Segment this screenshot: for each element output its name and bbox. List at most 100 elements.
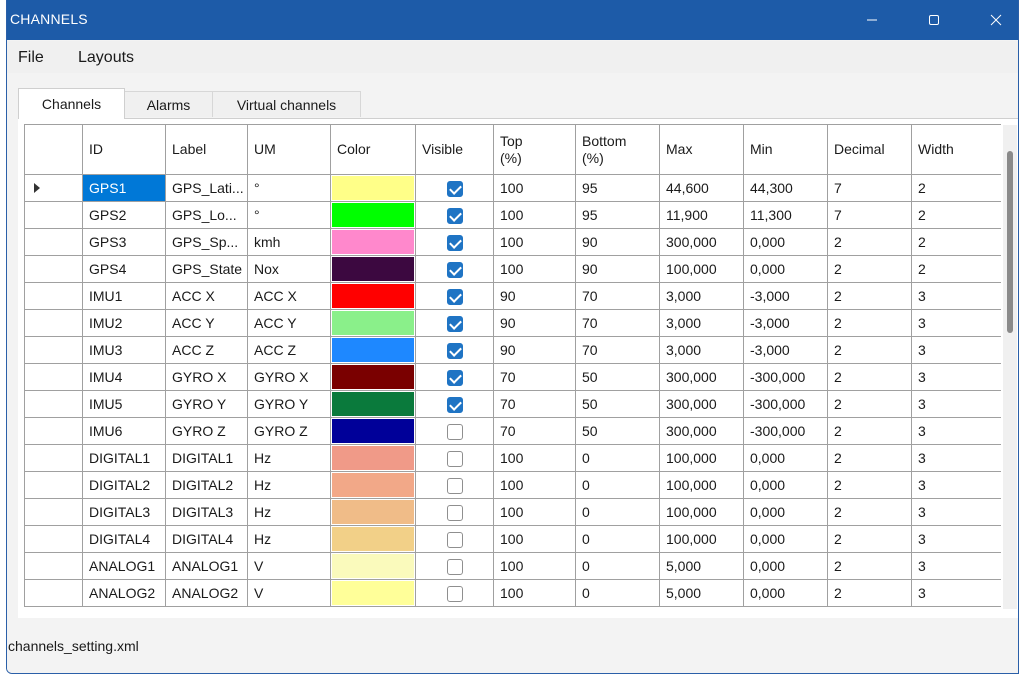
cell-width[interactable]: 2 [911,255,1001,283]
cell-id[interactable]: IMU1 [82,282,166,310]
cell-id[interactable]: DIGITAL4 [82,525,166,553]
cell-decimal[interactable]: 2 [827,498,912,526]
cell-decimal[interactable]: 2 [827,579,912,607]
cell-top[interactable]: 90 [493,336,576,364]
visible-checkbox[interactable] [446,531,463,548]
cell-label[interactable]: ANALOG2 [165,579,248,607]
row-header[interactable] [24,525,83,553]
cell-color[interactable] [330,471,416,499]
cell-min[interactable]: 0,000 [743,471,828,499]
cell-color[interactable] [330,525,416,553]
cell-top[interactable]: 100 [493,255,576,283]
cell-decimal[interactable]: 2 [827,525,912,553]
row-header[interactable] [24,336,83,364]
cell-label[interactable]: GYRO Z [165,417,248,445]
table-row[interactable]: IMU3 ACC Z ACC Z 90 70 3,000 -3,000 2 3 [24,336,1001,364]
cell-id[interactable]: IMU5 [82,390,166,418]
cell-id[interactable]: DIGITAL1 [82,444,166,472]
cell-id[interactable]: IMU4 [82,363,166,391]
cell-id[interactable]: GPS2 [82,201,166,229]
cell-decimal[interactable]: 2 [827,228,912,256]
cell-color[interactable] [330,174,416,202]
visible-checkbox[interactable] [446,342,463,359]
table-row[interactable]: GPS1 GPS_Lati... ° 100 95 44,600 44,300 7 2 [24,174,1001,202]
cell-width[interactable]: 3 [911,498,1001,526]
col-header-id[interactable]: ID [82,124,166,175]
table-row[interactable]: IMU5 GYRO Y GYRO Y 70 50 300,000 -300,000 2 3 [24,390,1001,418]
tab-alarms[interactable]: Alarms [124,91,213,117]
cell-decimal[interactable]: 2 [827,417,912,445]
cell-um[interactable]: ACC Z [247,336,331,364]
cell-max[interactable]: 300,000 [659,228,744,256]
table-row[interactable]: GPS2 GPS_Lo... ° 100 95 11,900 11,300 7 2 [24,201,1001,229]
cell-top[interactable]: 70 [493,417,576,445]
cell-min[interactable]: 0,000 [743,255,828,283]
row-header[interactable] [24,309,83,337]
cell-min[interactable]: 0,000 [743,228,828,256]
cell-width[interactable]: 3 [911,525,1001,553]
scrollbar-thumb[interactable] [1007,151,1013,333]
cell-color[interactable] [330,228,416,256]
cell-max[interactable]: 44,600 [659,174,744,202]
cell-width[interactable]: 3 [911,390,1001,418]
cell-um[interactable]: Hz [247,444,331,472]
cell-label[interactable]: ACC Z [165,336,248,364]
table-row[interactable]: DIGITAL1 DIGITAL1 Hz 100 0 100,000 0,000 2 3 [24,444,1001,472]
cell-bottom[interactable]: 95 [575,201,660,229]
cell-decimal[interactable]: 2 [827,552,912,580]
visible-checkbox[interactable] [446,180,463,197]
cell-decimal[interactable]: 2 [827,309,912,337]
cell-min[interactable]: -3,000 [743,336,828,364]
col-header-um[interactable]: UM [247,124,331,175]
col-header-max[interactable]: Max [659,124,744,175]
cell-label[interactable]: GPS_Lo... [165,201,248,229]
row-header[interactable] [24,579,83,607]
cell-min[interactable]: 0,000 [743,444,828,472]
cell-color[interactable] [330,444,416,472]
cell-bottom[interactable]: 70 [575,309,660,337]
cell-min[interactable]: 0,000 [743,498,828,526]
cell-decimal[interactable]: 2 [827,336,912,364]
cell-label[interactable]: DIGITAL1 [165,444,248,472]
cell-width[interactable]: 3 [911,309,1001,337]
cell-bottom[interactable]: 95 [575,174,660,202]
cell-um[interactable]: GYRO X [247,363,331,391]
visible-checkbox[interactable] [446,234,463,251]
cell-width[interactable]: 3 [911,579,1001,607]
cell-id[interactable]: GPS4 [82,255,166,283]
table-row[interactable]: ANALOG2 ANALOG2 V 100 0 5,000 0,000 2 3 [24,579,1001,607]
menu-file[interactable]: File [18,49,44,67]
cell-min[interactable]: -3,000 [743,309,828,337]
cell-label[interactable]: GPS_State [165,255,248,283]
cell-max[interactable]: 3,000 [659,336,744,364]
cell-id[interactable]: DIGITAL3 [82,498,166,526]
cell-bottom[interactable]: 0 [575,498,660,526]
cell-top[interactable]: 70 [493,363,576,391]
minimize-button[interactable] [849,0,895,40]
grid-corner[interactable] [24,124,83,175]
col-header-min[interactable]: Min [743,124,828,175]
visible-checkbox[interactable] [446,423,463,440]
cell-top[interactable]: 100 [493,579,576,607]
cell-min[interactable]: 0,000 [743,579,828,607]
cell-color[interactable] [330,336,416,364]
cell-id[interactable]: IMU2 [82,309,166,337]
cell-decimal[interactable]: 2 [827,363,912,391]
cell-width[interactable]: 2 [911,201,1001,229]
cell-max[interactable]: 300,000 [659,390,744,418]
cell-top[interactable]: 100 [493,525,576,553]
cell-decimal[interactable]: 2 [827,390,912,418]
cell-min[interactable]: -300,000 [743,363,828,391]
maximize-button[interactable] [911,0,957,40]
cell-label[interactable]: ACC Y [165,309,248,337]
cell-bottom[interactable]: 0 [575,471,660,499]
visible-checkbox[interactable] [446,450,463,467]
visible-checkbox[interactable] [446,261,463,278]
table-row[interactable]: DIGITAL2 DIGITAL2 Hz 100 0 100,000 0,000 2 3 [24,471,1001,499]
cell-top[interactable]: 90 [493,309,576,337]
cell-um[interactable]: V [247,552,331,580]
cell-label[interactable]: ACC X [165,282,248,310]
cell-width[interactable]: 3 [911,552,1001,580]
cell-bottom[interactable]: 90 [575,228,660,256]
cell-top[interactable]: 100 [493,174,576,202]
